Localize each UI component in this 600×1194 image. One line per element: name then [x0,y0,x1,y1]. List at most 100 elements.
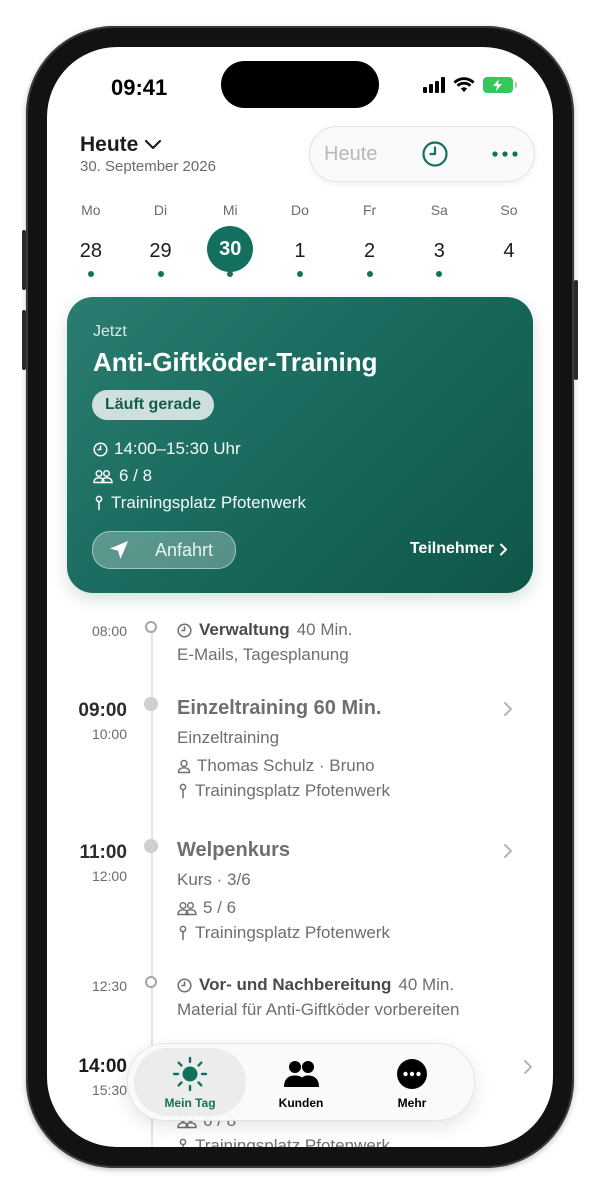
event-location-row: Trainingsplatz Pfotenwerk [177,781,533,801]
card-eyebrow: Jetzt [93,323,127,340]
tab-mein-tag[interactable]: Mein Tag [134,1048,246,1116]
event-location: Trainingsplatz Pfotenwerk [195,1136,390,1147]
timeline-marker [144,839,158,853]
volume-up-button [22,230,26,290]
event-client: Thomas Schulz · Bruno [197,756,375,775]
event-type: Kurs · 3/6 [177,870,251,889]
event-dot [296,271,303,277]
current-event-card[interactable]: Jetzt Anti-Giftköder-Training Läuft gera… [67,297,533,593]
time-label: 12:30 [91,978,127,994]
event-dot [436,271,443,277]
pin-icon [179,783,187,799]
battery-icon [483,77,517,93]
day-so[interactable]: So 4 [474,199,544,279]
event-dot [157,271,164,277]
tab-bar: Mein Tag Kunden Mehr [127,1043,475,1121]
directions-button[interactable]: Anfahrt [92,531,236,569]
navigation-arrow-icon [110,541,128,559]
end-time: 15:30 [91,1082,127,1098]
day-fr[interactable]: Fr 2 [335,199,405,279]
day-mi[interactable]: Mi 30 [195,199,265,279]
clock-icon [93,441,108,457]
prep-block: Vor- und Nachbereitung 40 Min. Material … [177,975,533,1020]
chevron-down-icon [145,139,162,150]
block-note: E-Mails, Tagesplanung [177,645,349,664]
event-row[interactable]: Welpenkurs Kurs · 3/6 5 / 6 Trainingspla… [177,839,533,943]
page-title: Heute [80,133,139,156]
people-icon [284,1061,319,1087]
header-actions: Heute [309,126,535,182]
event-dot [227,271,234,277]
chevron-right-icon [500,543,507,555]
admin-block: Verwaltung 40 Min. E-Mails, Tagesplanung [177,620,533,665]
status-badge: Läuft gerade [92,390,215,420]
date-picker-toggle[interactable]: Heute [80,133,162,157]
event-title: Welpenkurs [177,839,290,861]
clock-icon [177,977,192,993]
tab-label: Kunden [278,1096,324,1110]
dynamic-island [221,61,379,108]
current-date: 30. September 2026 [80,158,216,175]
event-participants-row: 5 / 6 [177,898,533,918]
tab-mehr[interactable]: Mehr [356,1048,468,1116]
day-sa[interactable]: Sa 3 [404,199,474,279]
block-duration: 40 Min. [398,975,455,994]
directions-label: Anfahrt [155,540,214,560]
participants-link[interactable]: Teilnehmer [410,540,508,558]
tab-label: Mein Tag [164,1096,216,1110]
event-dot [366,271,373,277]
pin-icon [179,1138,187,1147]
status-icons [423,77,517,93]
week-strip: Mo 28 Di 29 Mi 30 Do 1 Fr 2 Sa 3 So 4 [56,199,544,279]
tab-kunden[interactable]: Kunden [245,1048,357,1116]
timeline-marker [145,621,157,633]
people-icon [177,901,197,915]
timeline-marker [145,976,157,988]
event-location: Trainingsplatz Pfotenwerk [195,781,390,800]
selected-day: 30 [207,226,254,272]
chevron-right-icon [504,844,512,858]
pin-icon [95,495,103,511]
more-icon [397,1059,427,1089]
today-button[interactable]: Heute [324,143,377,166]
start-time: 14:00 [78,1056,127,1077]
tab-label: Mehr [397,1096,427,1110]
block-title: Verwaltung [199,620,290,639]
card-participants: 6 / 8 [119,466,153,485]
volume-down-button [22,310,26,370]
card-time: 14:00–15:30 Uhr [114,439,241,458]
block-duration: 40 Min. [296,620,353,639]
day-do[interactable]: Do 1 [265,199,335,279]
event-client-row: Thomas Schulz · Bruno [177,756,533,776]
wifi-icon [453,77,475,92]
people-icon [93,469,113,483]
day-di[interactable]: Di 29 [126,199,196,279]
event-location-row: Trainingsplatz Pfotenwerk [177,923,533,943]
card-location-row: Trainingsplatz Pfotenwerk [93,493,306,513]
person-icon [177,759,191,773]
screen: 09:41 Heute 30. September 2026 Heute Mo … [47,47,553,1147]
chevron-right-icon [524,1060,532,1074]
clock-icon [177,622,192,638]
event-row[interactable]: Einzeltraining 60 Min. Einzeltraining Th… [177,697,533,801]
day-mo[interactable]: Mo 28 [56,199,126,279]
event-title: Einzeltraining 60 Min. [177,697,382,719]
end-time: 10:00 [91,726,127,742]
time-label: 08:00 [91,623,127,639]
power-button [574,280,578,380]
start-time: 11:00 [79,842,127,863]
card-location: Trainingsplatz Pfotenwerk [111,493,306,512]
event-location-row: Trainingsplatz Pfotenwerk [177,1136,533,1147]
clock-icon[interactable] [421,140,449,168]
timeline-marker [144,697,158,711]
start-time: 09:00 [78,700,127,721]
event-location: Trainingsplatz Pfotenwerk [195,923,390,942]
more-options-icon[interactable] [492,147,518,161]
chevron-right-icon [504,702,512,716]
event-type: Einzeltraining [177,728,280,747]
end-time: 12:00 [91,868,127,884]
status-time: 09:41 [111,75,168,100]
event-dot [87,271,94,277]
pin-icon [179,925,187,941]
signal-icon [423,77,445,93]
